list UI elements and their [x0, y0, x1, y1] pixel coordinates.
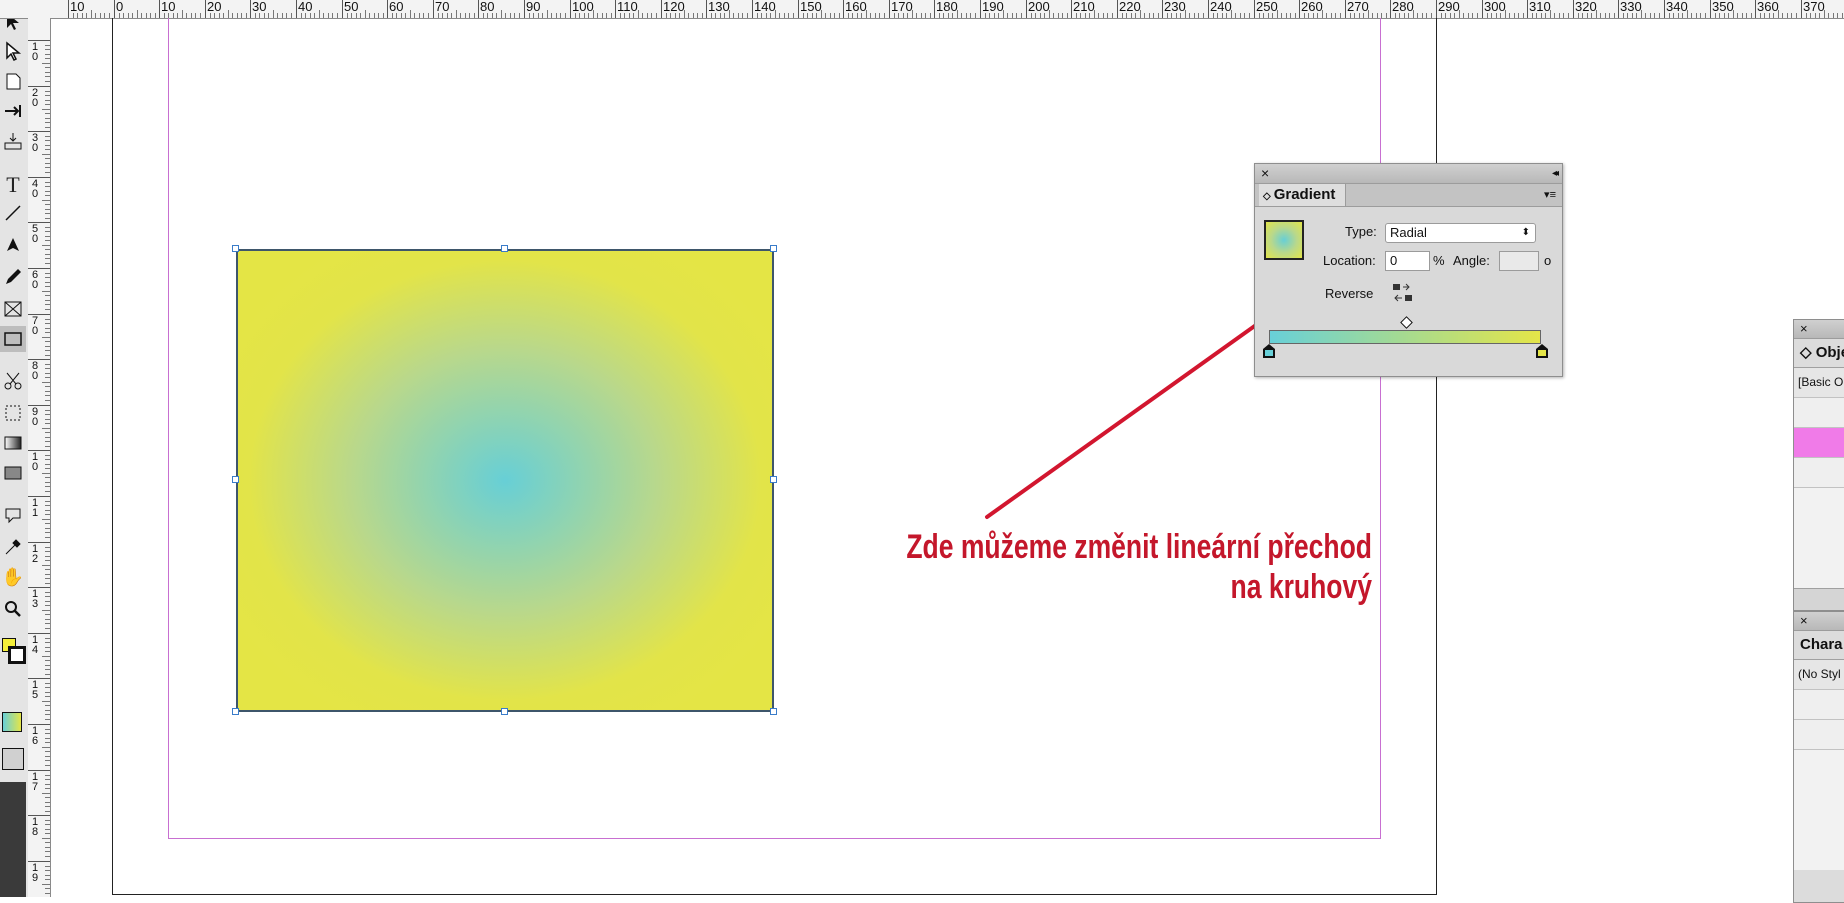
character-style-none-row[interactable]: (No Styl	[1794, 660, 1844, 690]
list-item[interactable]: [	[1794, 690, 1844, 720]
expand-arrows-icon: ◇	[1263, 191, 1271, 202]
gradient-panel-titlebar[interactable]: × ◂◂	[1255, 164, 1562, 184]
reverse-button[interactable]	[1391, 281, 1417, 305]
annotation-line-1: Zde můžeme změnit lineární přechod	[906, 528, 1372, 566]
gradient-panel-tabrow: ◇ Gradient ▾≡	[1255, 184, 1562, 207]
panel-footer	[1794, 588, 1844, 610]
panel-menu-icon[interactable]: ▾≡	[1544, 184, 1556, 206]
close-icon[interactable]: ×	[1261, 164, 1269, 183]
annotation-line	[985, 231, 1525, 519]
character-styles-titlebar[interactable]: ×	[1794, 612, 1844, 631]
list-item-selected[interactable]: [	[1794, 428, 1844, 458]
angle-label: Angle:	[1453, 253, 1490, 268]
end-color-stop[interactable]	[1536, 344, 1548, 358]
gradient-panel: × ◂◂ ◇ Gradient ▾≡ Type: Radial ⬍ Locatio…	[1254, 163, 1563, 377]
collapse-icon[interactable]: ◂◂	[1552, 164, 1559, 183]
gradient-ramp[interactable]	[1269, 330, 1541, 344]
character-styles-panel: × Chara (No Styl [ I	[1793, 611, 1844, 903]
close-icon[interactable]: ×	[1800, 321, 1808, 336]
gradient-preview-swatch	[1264, 220, 1304, 260]
type-label: Type:	[1345, 224, 1377, 239]
start-color-stop[interactable]	[1263, 344, 1275, 358]
object-styles-panel: × ◇ Obje [Basic O [ [ [	[1793, 319, 1844, 611]
annotation-text: Zde můžeme změnit lineární přechod na kr…	[902, 527, 1372, 607]
list-item[interactable]: [	[1794, 398, 1844, 428]
annotation-line-2: na kruhový	[1230, 568, 1372, 606]
panel-empty-area	[1794, 750, 1844, 870]
location-label: Location:	[1323, 253, 1376, 268]
type-select[interactable]: Radial ⬍	[1385, 223, 1536, 243]
tab-object-styles[interactable]: ◇ Obje	[1794, 339, 1844, 368]
list-item[interactable]: [	[1794, 458, 1844, 488]
type-select-value: Radial	[1390, 225, 1427, 240]
list-item[interactable]: I	[1794, 720, 1844, 750]
location-input[interactable]: 0	[1385, 251, 1430, 271]
object-style-basic-row[interactable]: [Basic O	[1794, 368, 1844, 398]
midpoint-diamond-icon[interactable]	[1400, 316, 1413, 329]
object-styles-titlebar[interactable]: ×	[1794, 320, 1844, 339]
angle-unit: o	[1544, 253, 1552, 268]
select-arrows-icon: ⬍	[1521, 227, 1530, 238]
close-icon[interactable]: ×	[1800, 613, 1808, 628]
angle-input[interactable]	[1499, 251, 1539, 271]
gradient-tab-label: Gradient	[1273, 186, 1336, 203]
reverse-label: Reverse	[1325, 286, 1374, 301]
panel-empty-area	[1794, 488, 1844, 588]
location-value: 0	[1390, 253, 1398, 268]
tab-gradient[interactable]: ◇ Gradient	[1259, 184, 1347, 206]
location-unit: %	[1433, 253, 1445, 268]
tab-character-styles[interactable]: Chara	[1794, 631, 1844, 660]
